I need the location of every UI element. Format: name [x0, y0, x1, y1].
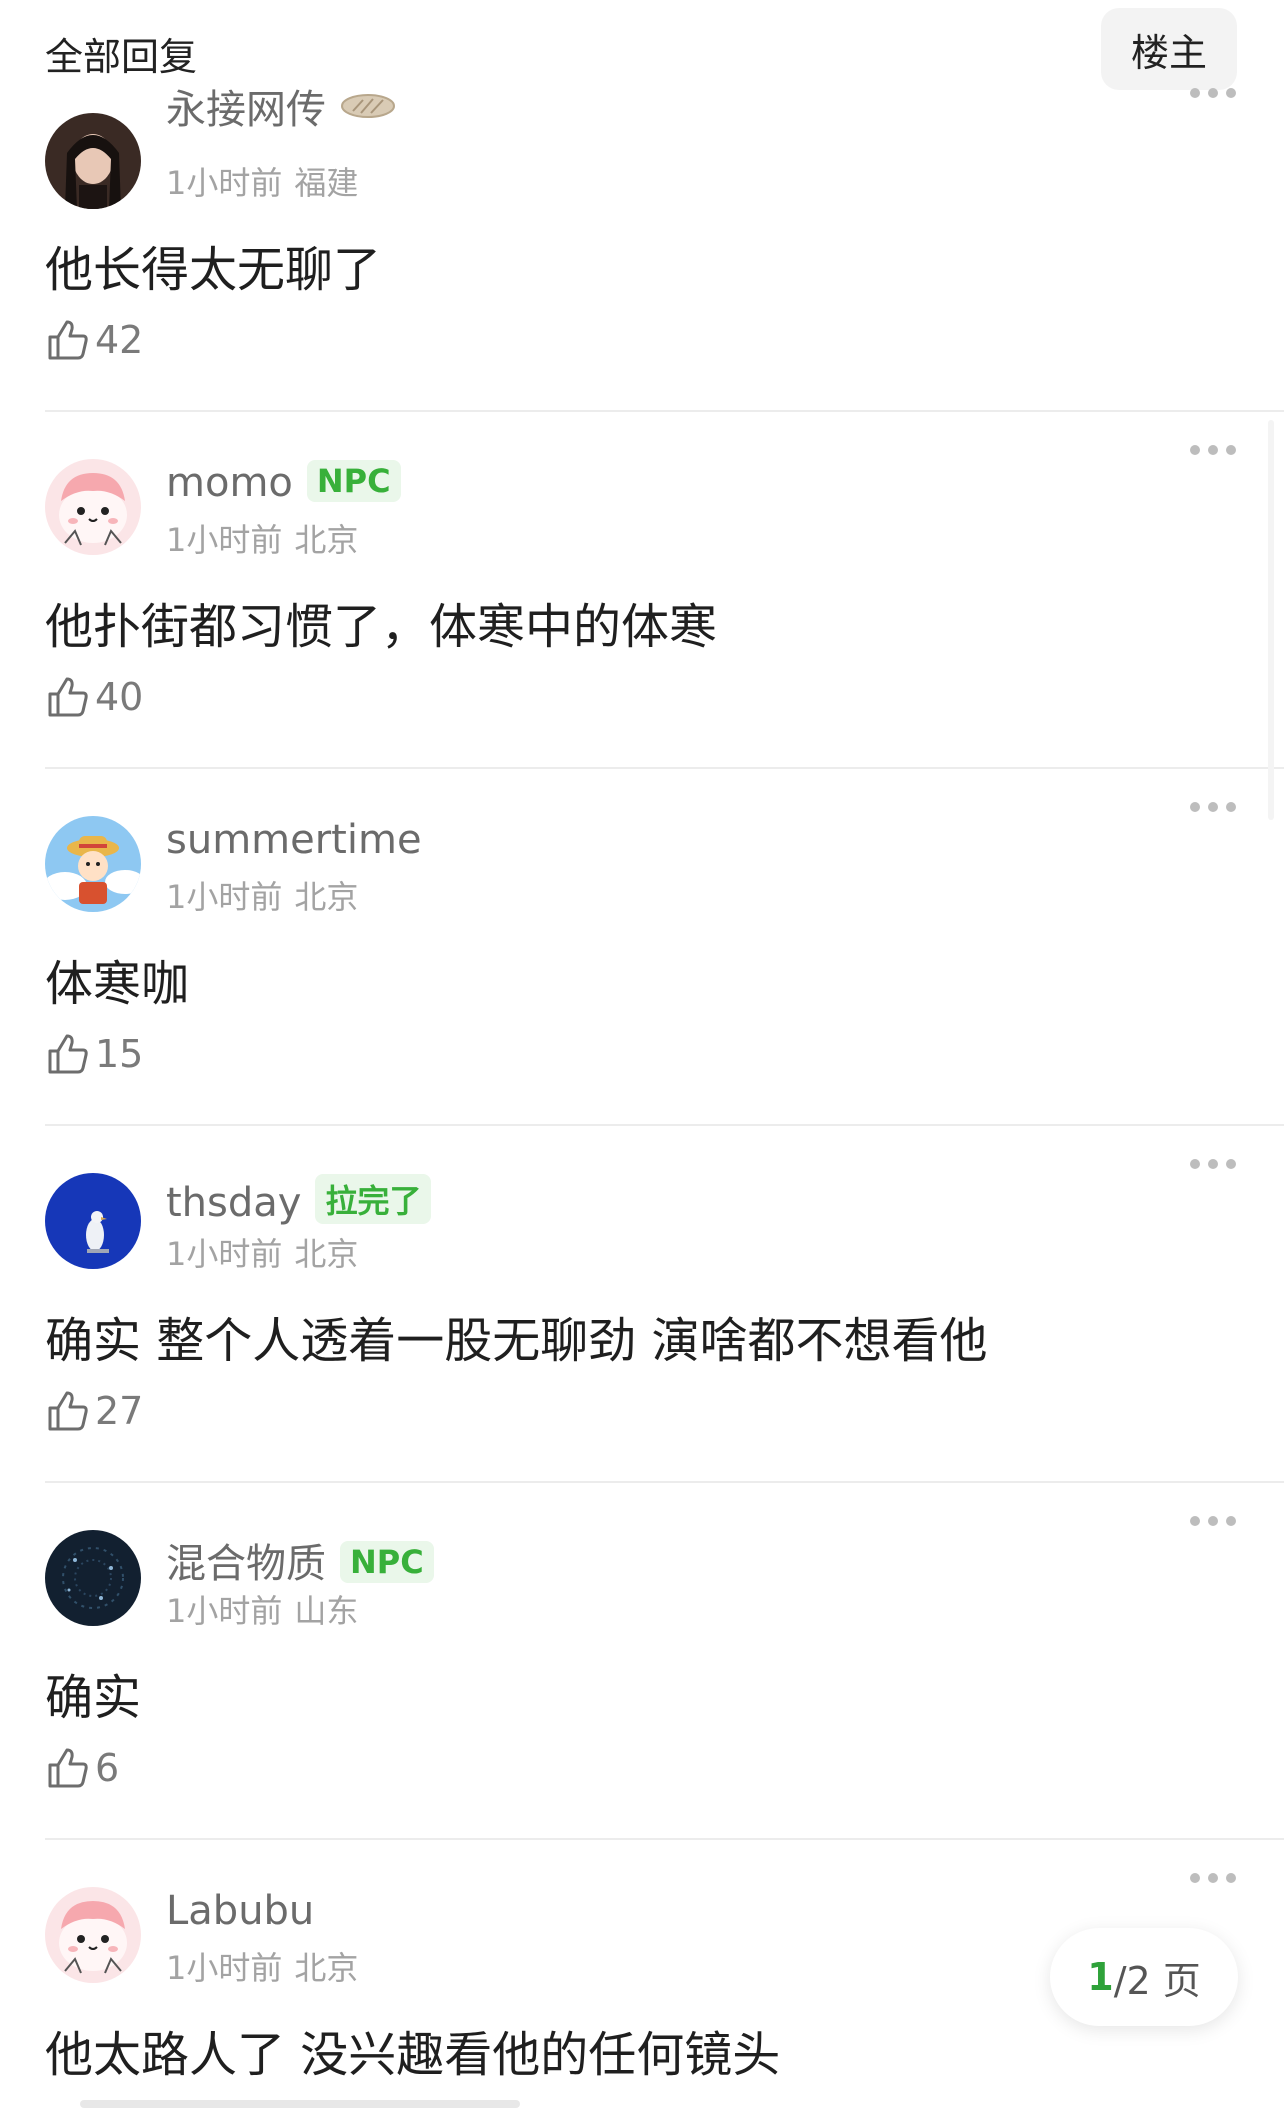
comment-text: 确实 整个人透着一股无聊劲 演啥都不想看他	[45, 1313, 988, 1369]
user-badge: NPC	[306, 460, 401, 502]
user-badge: NPC	[340, 1541, 434, 1583]
thumbs-up-icon	[48, 320, 88, 360]
comment-text: 他扑街都习惯了，体寒中的体寒	[45, 599, 718, 655]
comment-meta: 1小时前 北京	[166, 1949, 359, 1987]
comment-meta: 1小时前 福建	[166, 164, 359, 202]
like-count: 27	[95, 1389, 144, 1433]
like-count: 40	[95, 675, 144, 719]
like-button[interactable]: 40	[45, 672, 143, 722]
more-dots-icon[interactable]	[1190, 440, 1236, 460]
avatar[interactable]	[45, 459, 141, 555]
avatar[interactable]	[45, 1173, 141, 1269]
comment-item: 永接网传 1小时前 福建 他长得太无聊了 42	[0, 55, 1284, 412]
like-button[interactable]: 6	[45, 1743, 119, 1793]
more-dots-icon[interactable]	[1190, 83, 1236, 103]
username[interactable]: thsday 拉完了	[166, 1174, 432, 1226]
like-count: 42	[95, 318, 144, 362]
comment-text: 他长得太无聊了	[45, 242, 382, 298]
avatar[interactable]	[45, 113, 141, 209]
username[interactable]: summertime	[166, 817, 422, 863]
more-dots-icon[interactable]	[1190, 1868, 1236, 1888]
thumbs-up-icon	[48, 1034, 88, 1074]
comment-item: 混合物质 NPC 1小时前 山东 确实 6	[0, 1483, 1284, 1840]
thumbs-up-icon	[48, 1748, 88, 1788]
comment-text: 确实	[45, 1670, 142, 1726]
scrollbar[interactable]	[1268, 420, 1274, 820]
thumbs-up-icon	[48, 1391, 88, 1431]
more-dots-icon[interactable]	[1190, 1511, 1236, 1531]
medal-badge-icon	[340, 94, 395, 118]
avatar[interactable]	[45, 1530, 141, 1626]
like-button[interactable]: 27	[45, 1386, 143, 1436]
avatar[interactable]	[45, 1887, 141, 1983]
comment-meta: 1小时前 北京	[166, 878, 359, 916]
comment-item: summertime 1小时前 北京 体寒咖 15	[0, 769, 1284, 1126]
comment-item: momo NPC 1小时前 北京 他扑街都习惯了，体寒中的体寒 40	[0, 412, 1284, 769]
username[interactable]: momo NPC	[166, 460, 401, 506]
comment-text: 他太路人了 没兴趣看他的任何镜头	[45, 2027, 781, 2083]
username[interactable]: 永接网传	[166, 77, 397, 135]
like-count: 6	[95, 1746, 120, 1790]
comment-meta: 1小时前 北京	[166, 1235, 359, 1273]
more-dots-icon[interactable]	[1190, 1154, 1236, 1174]
like-count: 15	[95, 1032, 144, 1076]
thumbs-up-icon	[48, 677, 88, 717]
comment-text: 体寒咖	[45, 956, 190, 1012]
avatar[interactable]	[45, 816, 141, 912]
like-button[interactable]: 42	[45, 315, 143, 365]
username[interactable]: 混合物质 NPC	[166, 1531, 434, 1589]
like-button[interactable]: 15	[45, 1029, 143, 1079]
total-pages: /2 页	[1113, 1958, 1201, 2003]
bottom-shadow-bar	[80, 2100, 520, 2108]
comment-item: thsday 拉完了 1小时前 北京 确实 整个人透着一股无聊劲 演啥都不想看他 2…	[0, 1126, 1284, 1483]
comment-meta: 1小时前 山东	[166, 1592, 359, 1630]
pagination-indicator[interactable]: 1 /2 页	[1050, 1928, 1238, 2026]
current-page: 1	[1087, 1955, 1114, 1999]
user-badge: 拉完了	[315, 1174, 432, 1224]
username[interactable]: Labubu	[166, 1888, 314, 1934]
comment-meta: 1小时前 北京	[166, 521, 359, 559]
more-dots-icon[interactable]	[1190, 797, 1236, 817]
